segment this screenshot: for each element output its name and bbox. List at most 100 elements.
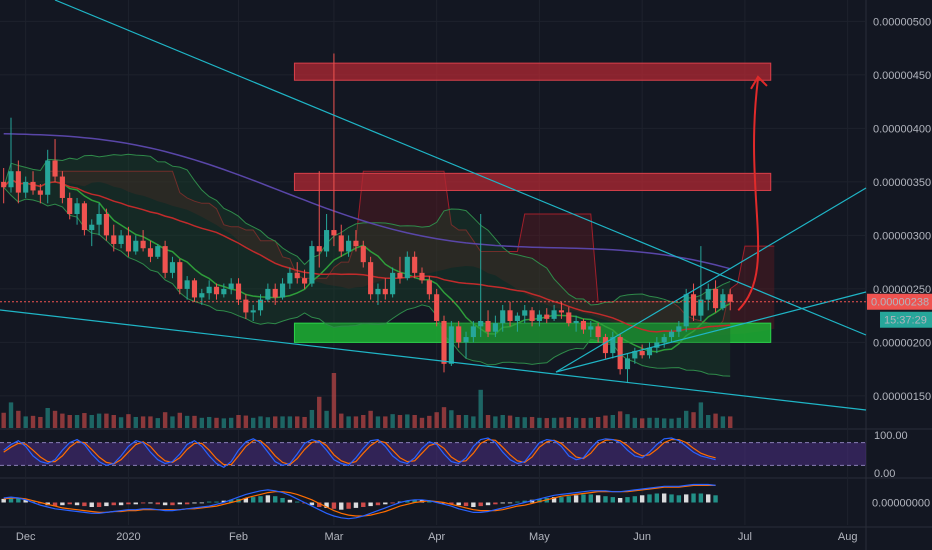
candle-body[interactable] <box>448 326 454 364</box>
candle-body[interactable] <box>1 181 7 188</box>
candle-body[interactable] <box>155 246 161 257</box>
candle-body[interactable] <box>74 203 80 214</box>
candle-body[interactable] <box>595 326 601 338</box>
candle-body[interactable] <box>52 160 58 177</box>
candle-body[interactable] <box>478 321 484 327</box>
candle-body[interactable] <box>705 288 711 300</box>
candle-body[interactable] <box>404 256 410 279</box>
candle-body[interactable] <box>162 246 168 273</box>
candle-body[interactable] <box>720 294 726 309</box>
candle-body[interactable] <box>690 294 697 316</box>
candle-body[interactable] <box>617 337 623 370</box>
candle-body[interactable] <box>287 272 293 284</box>
candle-body[interactable] <box>419 272 425 281</box>
candle-body[interactable] <box>507 310 513 321</box>
candle-body[interactable] <box>140 240 146 249</box>
candle-body[interactable] <box>412 256 418 273</box>
candle-body[interactable] <box>426 280 432 295</box>
candle-body[interactable] <box>580 321 587 330</box>
candle-body[interactable] <box>551 310 557 319</box>
candle-body[interactable] <box>566 312 572 324</box>
candle-body[interactable] <box>272 288 278 298</box>
candle-body[interactable] <box>59 176 65 198</box>
candle-body[interactable] <box>624 358 631 370</box>
candle-body[interactable] <box>23 181 29 193</box>
candle-body[interactable] <box>434 294 440 321</box>
candle-body[interactable] <box>573 321 579 324</box>
candle-body[interactable] <box>338 235 344 252</box>
candle-body[interactable] <box>368 262 374 295</box>
candle-body[interactable] <box>727 294 733 302</box>
candle-body[interactable] <box>492 323 498 332</box>
candle-body[interactable] <box>169 262 176 273</box>
candle-body[interactable] <box>397 272 403 279</box>
candle-body[interactable] <box>294 272 300 279</box>
candle-body[interactable] <box>213 286 220 295</box>
candle-body[interactable] <box>661 337 667 343</box>
candle-body[interactable] <box>177 262 183 289</box>
candle-body[interactable] <box>133 240 139 252</box>
resistance-zone[interactable] <box>293 172 772 191</box>
resistance-zone[interactable] <box>293 62 772 81</box>
candle-body[interactable] <box>15 171 21 193</box>
candle-body[interactable] <box>544 314 550 319</box>
candle-body[interactable] <box>668 331 675 338</box>
candle-body[interactable] <box>353 240 359 247</box>
candle-body[interactable] <box>228 283 234 289</box>
candle-body[interactable] <box>199 293 205 298</box>
candle-body[interactable] <box>360 246 366 263</box>
candle-body[interactable] <box>67 197 73 214</box>
candle-body[interactable] <box>712 288 719 309</box>
candle-body[interactable] <box>485 321 491 332</box>
candle-body[interactable] <box>265 288 271 300</box>
candle-body[interactable] <box>257 299 264 311</box>
candle-body[interactable] <box>456 326 462 343</box>
candle-body[interactable] <box>96 214 102 225</box>
chart-canvas[interactable]: 100.00 0.00 0.00000000 0.00000500 0.00000450… <box>0 0 932 550</box>
candle-body[interactable] <box>375 288 381 295</box>
candle-body[interactable] <box>191 280 198 298</box>
candle-body[interactable] <box>125 235 132 252</box>
candle-body[interactable] <box>111 235 117 244</box>
candle-body[interactable] <box>382 288 388 295</box>
candle-body[interactable] <box>30 181 36 191</box>
price-tick-label: 0.00000400 <box>873 123 931 135</box>
candle-body[interactable] <box>81 203 87 231</box>
candle-body[interactable] <box>221 288 227 295</box>
candle-body[interactable] <box>89 224 95 231</box>
candle-body[interactable] <box>316 246 322 252</box>
candle-body[interactable] <box>45 160 51 195</box>
candle-body[interactable] <box>500 310 506 324</box>
candle-body[interactable] <box>8 171 14 188</box>
candle-body[interactable] <box>346 240 352 252</box>
volume-bar <box>184 415 190 428</box>
candle-body[interactable] <box>279 283 286 298</box>
candle-body[interactable] <box>558 310 565 313</box>
candle-body[interactable] <box>147 248 154 257</box>
candle-body[interactable] <box>390 272 396 295</box>
candle-body[interactable] <box>235 283 242 300</box>
candle-body[interactable] <box>37 190 43 195</box>
candle-body[interactable] <box>602 337 609 354</box>
candle-body[interactable] <box>250 310 256 313</box>
candle-body[interactable] <box>206 286 212 294</box>
candle-body[interactable] <box>588 326 594 330</box>
trading-chart[interactable]: 100.00 0.00 0.00000000 0.00000500 0.00000450… <box>0 0 932 550</box>
candle-body[interactable] <box>309 246 315 284</box>
candle-body[interactable] <box>514 315 520 321</box>
candle-body[interactable] <box>470 326 476 338</box>
candle-body[interactable] <box>331 230 337 236</box>
candle-body[interactable] <box>639 350 645 356</box>
candle-body[interactable] <box>683 294 689 327</box>
candle-body[interactable] <box>676 326 682 332</box>
candle-body[interactable] <box>324 230 330 252</box>
candle-body[interactable] <box>103 214 109 236</box>
candle-body[interactable] <box>441 321 447 364</box>
candle-body[interactable] <box>463 337 469 343</box>
candle-body[interactable] <box>529 310 535 321</box>
candle-body[interactable] <box>536 314 542 321</box>
candle-body[interactable] <box>118 235 124 244</box>
candle-body[interactable] <box>184 280 190 289</box>
candle-body[interactable] <box>522 310 528 316</box>
candle-body[interactable] <box>301 278 308 284</box>
